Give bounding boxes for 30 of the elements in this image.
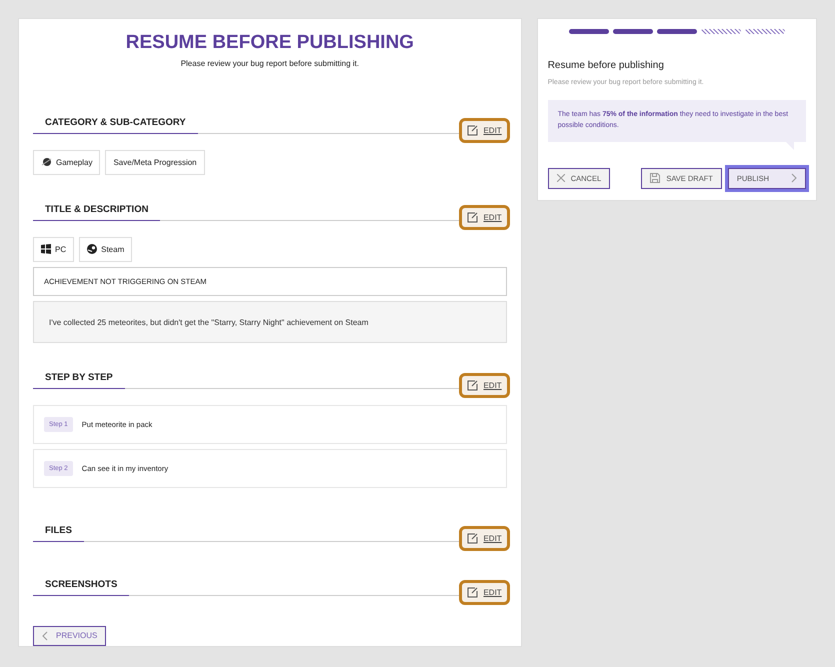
edit-icon	[467, 586, 478, 598]
steam-icon	[87, 244, 98, 254]
panel-title: Resume before publishing	[548, 60, 665, 71]
edit-button[interactable]: EDIT	[459, 580, 510, 605]
section-heading: TITLE & DESCRIPTION	[33, 204, 160, 221]
edit-button[interactable]: EDIT	[459, 373, 510, 398]
tag-label: Save/Meta Progression	[113, 158, 197, 167]
tag-label: PC	[55, 244, 66, 254]
edit-button[interactable]: EDIT	[459, 118, 510, 143]
chevron-right-icon	[791, 173, 797, 184]
section-heading: FILES	[33, 524, 84, 542]
edit-icon	[467, 124, 478, 136]
tag-label: Steam	[101, 244, 124, 254]
edit-icon	[467, 212, 478, 223]
tag-label: Gameplay	[56, 158, 92, 167]
planet-icon	[41, 156, 52, 168]
section-heading: CATEGORY & SUB-CATEGORY	[33, 116, 198, 134]
chevron-left-icon	[42, 630, 48, 641]
section-heading: SCREENSHOTS	[33, 578, 130, 596]
page-subtitle: Please review your bug report before submitting it.	[180, 59, 360, 68]
edit-button[interactable]: EDIT	[459, 204, 510, 230]
page-title: RESUME BEFORE PUBLISHING	[124, 32, 415, 54]
section-heading: STEP BY STEP	[33, 372, 125, 390]
edit-icon	[467, 532, 478, 544]
previous-button[interactable]: PREVIOUS	[33, 626, 106, 646]
edit-icon	[467, 380, 478, 392]
report-description: I've collected 25 meteorites, but didn't get the "Starry, Starry Night" achievement on Steam	[33, 301, 507, 344]
close-icon	[556, 174, 565, 182]
windows-icon	[41, 244, 51, 254]
edit-button[interactable]: EDIT	[459, 526, 510, 551]
